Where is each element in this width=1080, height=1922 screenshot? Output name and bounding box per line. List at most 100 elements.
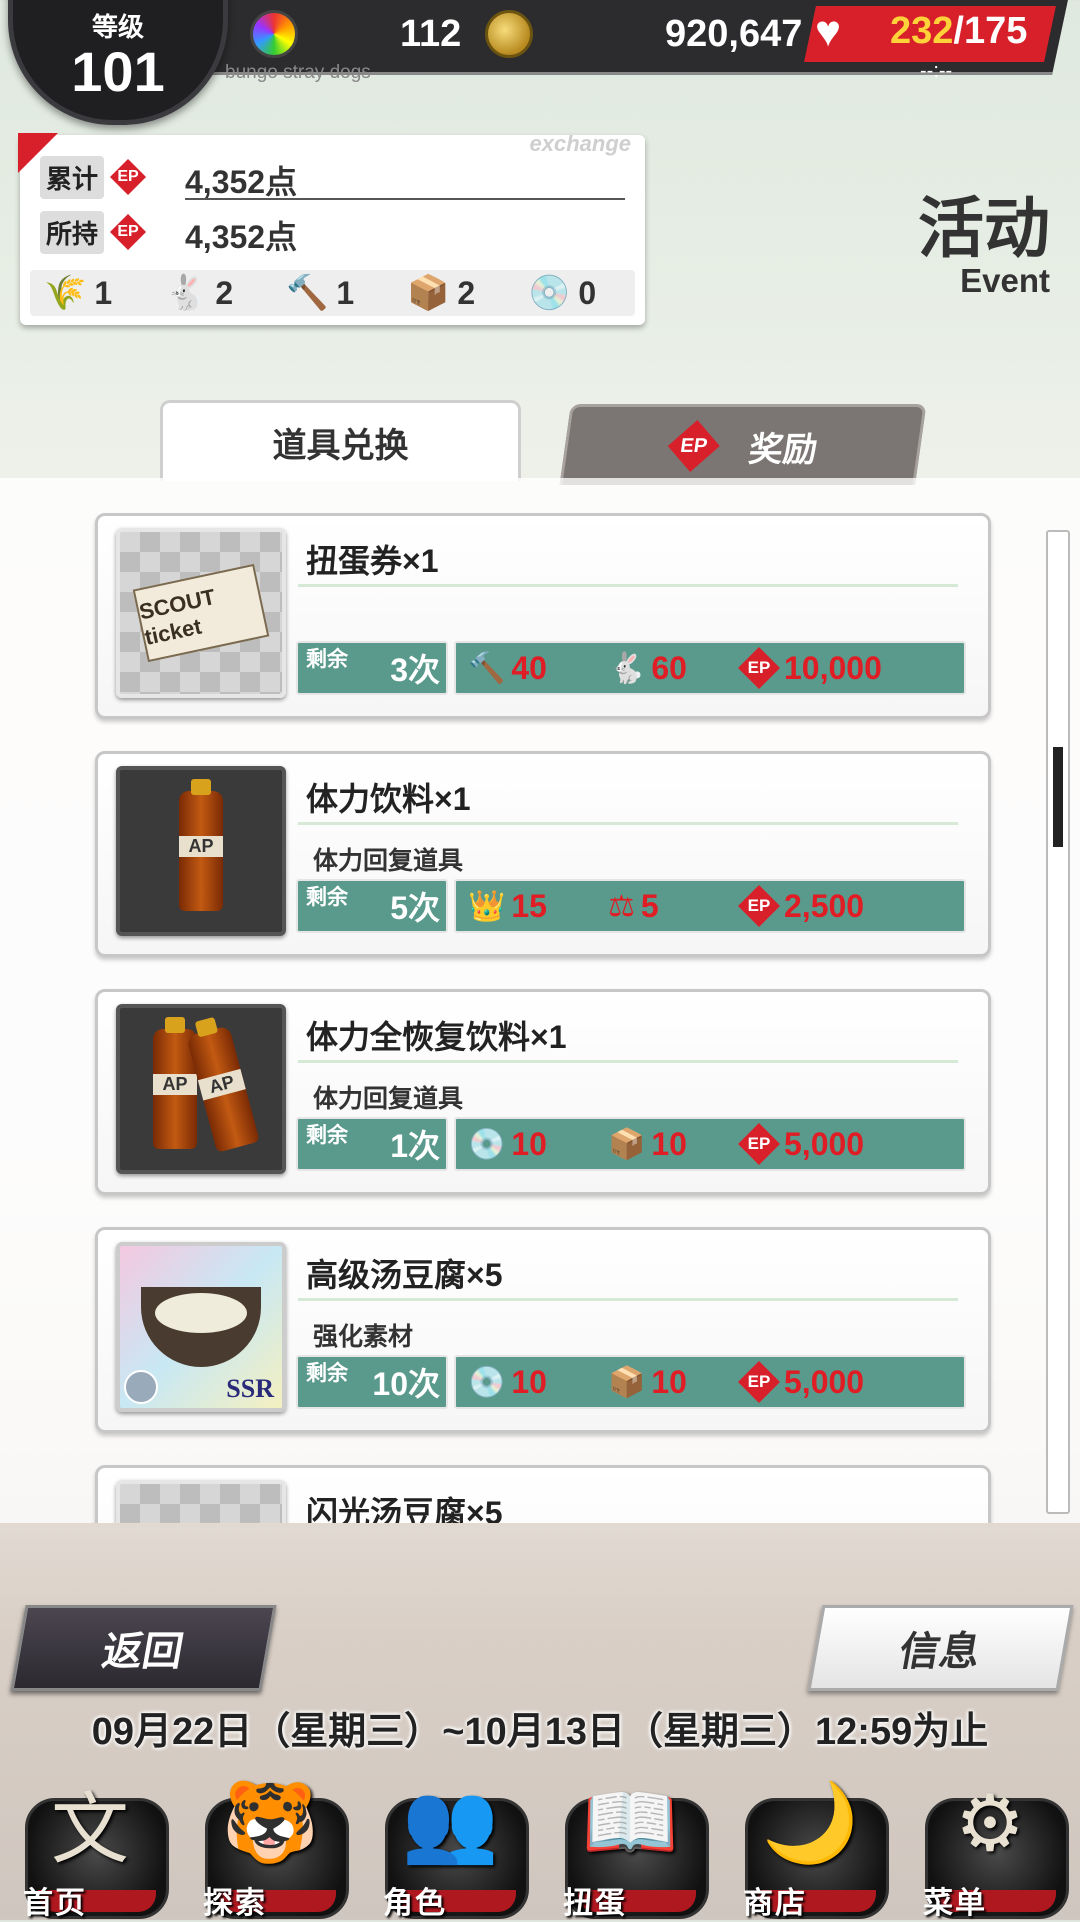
cost-ep: EP 10,000 bbox=[738, 647, 882, 689]
item-name: 高级汤豆腐×5 bbox=[306, 1257, 503, 1293]
item-name: 体力全恢复饮料×1 bbox=[306, 1019, 567, 1055]
menu-icon: ⚙ bbox=[955, 1778, 1025, 1867]
cost-scale: ⚖ 5 bbox=[608, 887, 659, 924]
crown-icon: 👑 bbox=[468, 889, 506, 923]
exchange-cost: 💿 10 📦 10 EP 5,000 bbox=[454, 1355, 966, 1409]
home-icon: 文 bbox=[50, 1785, 129, 1873]
ep-icon: EP bbox=[110, 159, 147, 195]
mallet-icon: 🔨 bbox=[468, 651, 506, 685]
held-points-value: 4,352点 bbox=[185, 219, 298, 255]
material-rabbit: 🐇 2 bbox=[165, 274, 234, 312]
shop-icon: 🌙 bbox=[761, 1778, 859, 1866]
bottom-navigation: 文 首页 🐯 探索 👥 角色 📖 扭蛋 🌙 商店 ⚙ 菜单 bbox=[0, 1760, 1080, 1920]
game-title: bungo stray dogs bbox=[225, 62, 371, 83]
exchange-watermark: exchange bbox=[529, 131, 632, 156]
exchange-item-card[interactable]: SSR 高级汤豆腐×5 强化素材 剩余 10次 💿 10 📦 10 EP 5,000 bbox=[95, 1227, 991, 1433]
scrollbar-thumb[interactable] bbox=[1053, 747, 1063, 847]
level-label: 等级 bbox=[91, 12, 144, 42]
item-thumbnail bbox=[116, 1004, 286, 1174]
exchange-item-card[interactable]: SCOUT ticket 扭蛋券×1 剩余 3次 🔨 40 🐇 60 EP 10,00… bbox=[95, 513, 991, 719]
nav-item-gacha[interactable]: 📖 扭蛋 bbox=[545, 1768, 709, 1920]
disc-icon: 💿 bbox=[468, 1127, 506, 1161]
cost-ep: EP 5,000 bbox=[738, 1123, 864, 1165]
back-button[interactable]: 返回 bbox=[10, 1605, 277, 1691]
exchange-item-card[interactable]: 体力饮料×1 体力回复道具 剩余 5次 👑15 ⚖5 EP2,500 bbox=[95, 751, 991, 957]
cost-sugar-box: 📦 10 bbox=[608, 1363, 687, 1400]
level-value: 101 bbox=[71, 40, 165, 103]
item-name: 闪光汤豆腐×5 bbox=[306, 1495, 503, 1523]
total-points-row: 累计 EP bbox=[40, 155, 147, 199]
held-points-row: 所持 EP bbox=[40, 210, 147, 254]
exchange-item-card[interactable]: 体力全恢复饮料×1 体力回复道具 剩余 1次 💿10 📦10 EP5,000 bbox=[95, 989, 991, 1195]
gem-count: 112 bbox=[400, 12, 462, 55]
material-wheat: 🌾 1 bbox=[44, 274, 113, 312]
total-label: 累计 bbox=[40, 155, 105, 199]
tofu-pot-icon bbox=[141, 1287, 261, 1367]
list-scrollbar[interactable] bbox=[1046, 530, 1070, 1514]
top-status-bar: 112 920,647 ♥ 232/175 --:-- bungo stray … bbox=[0, 0, 1080, 125]
item-description: 体力回复道具 bbox=[313, 1085, 464, 1113]
divider bbox=[298, 584, 958, 587]
item-name: 扭蛋券×1 bbox=[306, 543, 439, 579]
gem-icon bbox=[250, 10, 298, 58]
ep-icon: EP bbox=[738, 647, 780, 689]
material-disc: 💿 0 bbox=[528, 274, 597, 312]
item-description: 体力回复道具 bbox=[313, 847, 464, 875]
wheat-icon: 🌾 bbox=[44, 274, 87, 312]
item-thumbnail: SCOUT ticket bbox=[116, 528, 286, 698]
gold-count: 920,647 bbox=[665, 12, 803, 55]
item-description: 强化素材 bbox=[313, 1323, 414, 1351]
rarity-badge: SSR bbox=[226, 1374, 274, 1403]
remaining-count: 剩余 5次 bbox=[296, 879, 448, 933]
item-thumbnail bbox=[116, 766, 286, 936]
ap-value: 232/175 bbox=[890, 10, 1027, 53]
nav-item-menu[interactable]: ⚙ 菜单 bbox=[905, 1768, 1069, 1920]
ep-icon: EP bbox=[664, 420, 723, 472]
tab-label: 奖励 bbox=[746, 430, 820, 469]
material-counts: 🌾 1 🐇 2 🔨 1 📦 2 💿 0 bbox=[30, 270, 635, 316]
info-button[interactable]: 信息 bbox=[807, 1605, 1074, 1691]
cost-rabbit: 🐇 60 bbox=[608, 649, 687, 686]
remaining-count: 剩余 3次 bbox=[296, 641, 448, 695]
cost-ep: EP 2,500 bbox=[738, 885, 864, 927]
exchange-list[interactable]: SCOUT ticket 扭蛋券×1 剩余 3次 🔨 40 🐇 60 EP 10,00… bbox=[0, 478, 1080, 1523]
characters-icon: 👥 bbox=[401, 1778, 499, 1866]
remaining-count: 剩余 1次 bbox=[296, 1117, 448, 1171]
nav-item-shop[interactable]: 🌙 商店 bbox=[725, 1768, 889, 1920]
tab-item-exchange[interactable]: 道具兑换 bbox=[160, 400, 521, 481]
divider bbox=[185, 198, 625, 200]
material-sugar-box: 📦 2 bbox=[407, 274, 476, 312]
exchange-item-card[interactable]: 闪光汤豆腐×5 bbox=[95, 1465, 991, 1523]
rarity-disc-icon bbox=[124, 1370, 158, 1404]
cost-sugar-box: 📦 10 bbox=[608, 1125, 687, 1162]
ap-heart-icon: ♥ bbox=[815, 7, 842, 56]
nav-item-home[interactable]: 文 首页 bbox=[5, 1768, 169, 1920]
gold-currency[interactable]: 920,647 bbox=[485, 6, 802, 62]
divider bbox=[298, 1298, 958, 1301]
nav-item-explore[interactable]: 🐯 探索 bbox=[185, 1768, 349, 1920]
exchange-cost: 🔨 40 🐇 60 EP 10,000 bbox=[454, 641, 966, 695]
item-thumbnail bbox=[116, 1480, 286, 1523]
nav-item-characters[interactable]: 👥 角色 bbox=[365, 1768, 529, 1920]
sugar-box-icon: 📦 bbox=[407, 274, 450, 312]
disc-icon: 💿 bbox=[468, 1365, 506, 1399]
ap-drink-icon bbox=[179, 779, 223, 911]
sugar-box-icon: 📦 bbox=[608, 1365, 646, 1399]
tab-label: 道具兑换 bbox=[272, 426, 409, 465]
cost-mallet: 🔨 40 bbox=[468, 649, 547, 686]
cost-disc: 💿 10 bbox=[468, 1363, 547, 1400]
held-label: 所持 bbox=[40, 210, 105, 254]
exchange-cost: 👑 15 ⚖ 5 EP 2,500 bbox=[454, 879, 966, 933]
level-badge[interactable]: 等级 101 bbox=[8, 0, 228, 125]
rabbit-icon: 🐇 bbox=[608, 651, 646, 685]
event-period: 09月22日（星期三）~10月13日（星期三）12:59为止 bbox=[91, 1711, 989, 1753]
ap-timer: --:-- bbox=[920, 60, 953, 82]
cost-ep: EP 5,000 bbox=[738, 1361, 864, 1403]
tab-rewards[interactable]: EP 奖励 bbox=[559, 404, 927, 485]
gem-currency[interactable]: 112 bbox=[250, 6, 461, 62]
disc-icon: 💿 bbox=[528, 274, 571, 312]
page-subtitle: Event bbox=[960, 262, 1050, 299]
cost-crown: 👑 15 bbox=[468, 887, 547, 924]
gacha-icon: 📖 bbox=[581, 1778, 679, 1866]
remaining-count: 剩余 10次 bbox=[296, 1355, 448, 1409]
